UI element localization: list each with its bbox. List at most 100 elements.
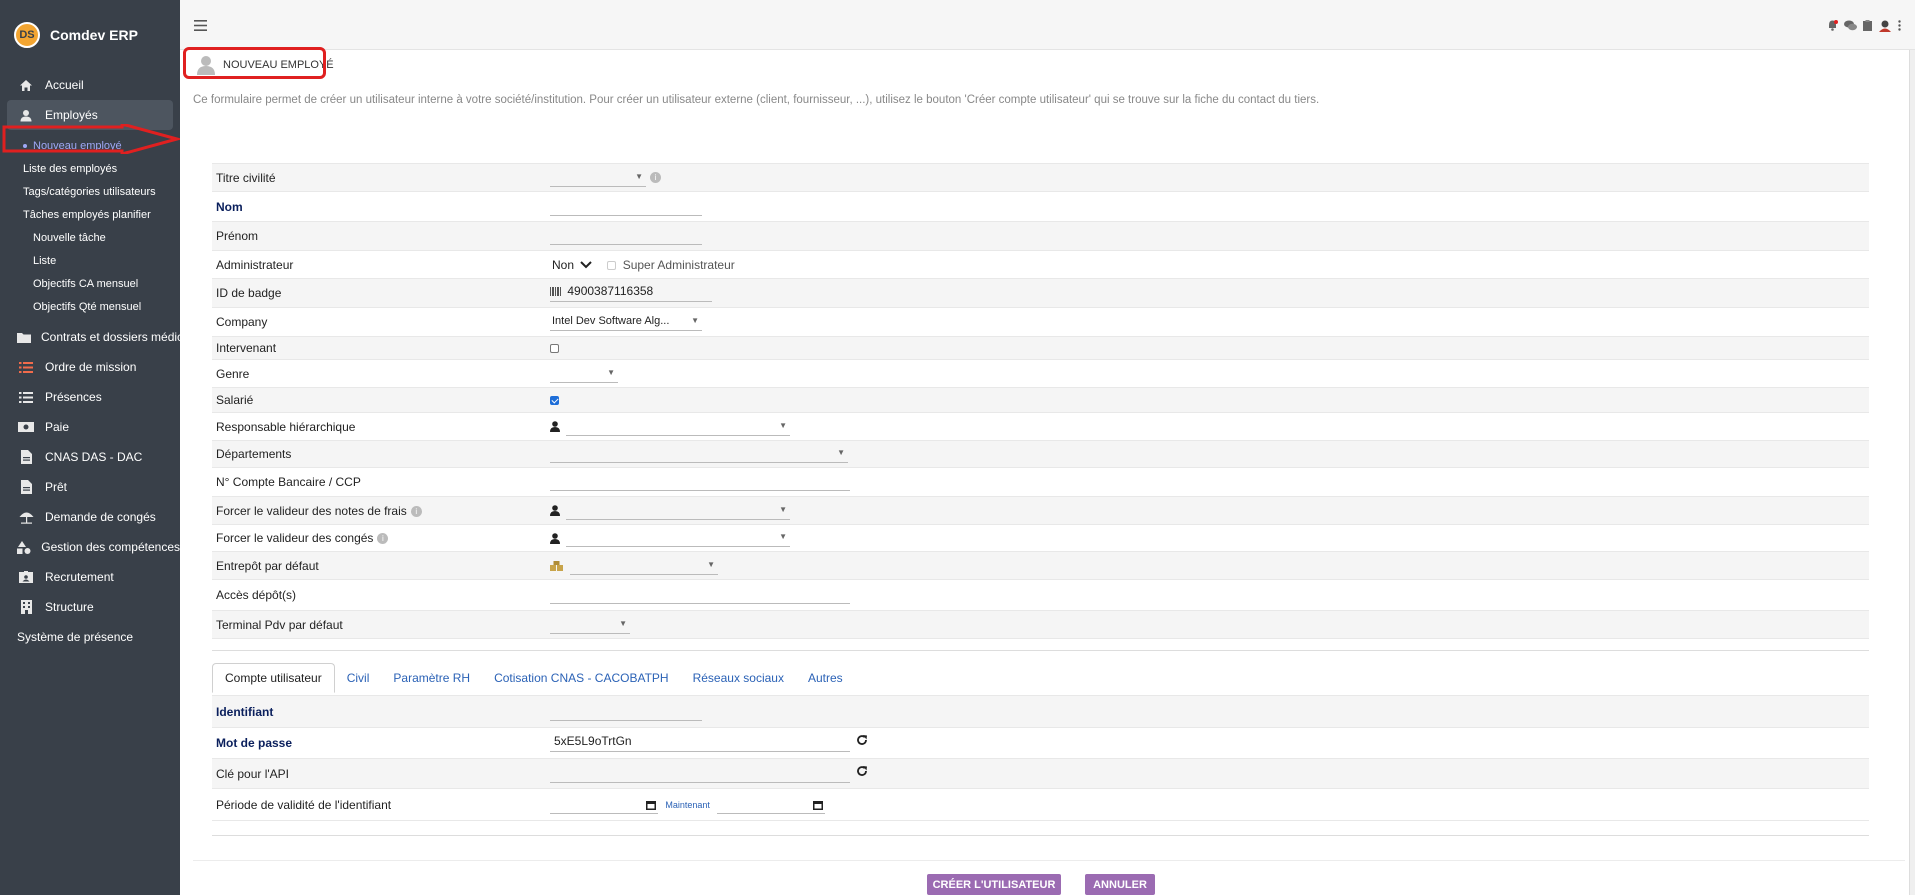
form-row: Nom [212,191,1869,222]
company-select[interactable]: Intel Dev Software Alg... ▼ [550,313,702,331]
sidebar-sub-liste-employes[interactable]: Liste des employés [0,157,180,180]
acces-depots-input[interactable] [550,586,850,604]
super-admin-checkbox[interactable] [607,260,617,270]
date-end-input[interactable] [717,796,826,814]
entrepot-select[interactable]: ▼ [570,557,718,575]
hamburger-menu-icon[interactable] [194,18,207,35]
sidebar-item-presences[interactable]: Présences [0,382,180,412]
form-value: ▼ [546,359,1869,388]
super-admin-label: Super Administrateur [622,257,735,272]
form-row: N° Compte Bancaire / CCP [212,467,1869,497]
api-key-input[interactable] [550,765,850,783]
form-row: Intervenant [212,336,1869,360]
create-user-button[interactable]: CRÉER L'UTILISATEUR [927,874,1061,895]
genre-select[interactable]: ▼ [550,365,618,383]
password-input[interactable]: 5xE5L9oTrtGn [550,734,850,752]
identifiant-input[interactable] [550,703,702,721]
sidebar-item-recrutement[interactable]: Recrutement [0,562,180,592]
bell-icon[interactable] [1827,20,1838,35]
sidebar-item-paie[interactable]: Paie [0,412,180,442]
brand[interactable]: DS Comdev ERP [0,0,180,70]
sidebar-item-structure[interactable]: Structure [0,592,180,622]
compte-bancaire-input[interactable] [550,473,850,491]
chevron-down-icon: ▼ [619,618,627,628]
titre-civilite-select[interactable]: ▼ [550,169,646,187]
tab-reseaux-sociaux[interactable]: Réseaux sociaux [681,663,796,693]
valideur-conges-select[interactable]: ▼ [566,529,790,547]
tab-parametre-rh[interactable]: Paramètre RH [381,663,482,693]
sidebar-sub-tags[interactable]: Tags/catégories utilisateurs [0,180,180,203]
terminal-pdv-select[interactable]: ▼ [550,616,630,634]
intervenant-checkbox[interactable] [550,344,559,354]
form-label: Accès dépôt(s) [212,579,546,611]
form-label: ID de badge [212,278,546,308]
sidebar-item-label: Accueil [45,78,84,92]
form-row: Période de validité de l'identifiant Mai… [212,788,1869,821]
departements-select[interactable]: ▼ [550,445,848,463]
tab-civil[interactable]: Civil [335,663,382,693]
administrateur-select[interactable]: Non [550,258,592,272]
form-value: ▼ [546,524,1869,552]
nom-input[interactable] [550,198,702,216]
sidebar-sub-taches[interactable]: Tâches employés planifier [0,203,180,226]
form-value: 5xE5L9oTrtGn [546,727,1869,759]
umbrella-icon [17,511,35,524]
list-icon [17,361,35,373]
divider [193,860,1905,861]
refresh-icon[interactable] [856,765,868,780]
form-row: Clé pour l'API [212,758,1869,789]
prenom-input[interactable] [550,227,702,245]
annotation-box [183,47,326,79]
more-vertical-icon[interactable] [1898,20,1901,35]
badge-input[interactable]: 4900387116358 [550,284,712,302]
form-label: Salarié [212,387,546,413]
sidebar-item-contrats[interactable]: Contrats et dossiers médic [0,322,180,352]
sidebar-sub-objectifs-ca[interactable]: Objectifs CA mensuel [0,272,180,295]
form-label: Forcer le valideur des congés i [212,524,546,552]
sidebar-sub-objectifs-qte[interactable]: Objectifs Qté mensuel [0,295,180,318]
sidebar-sub-liste[interactable]: Liste [0,249,180,272]
date-start-input[interactable] [550,796,658,814]
scrollbar[interactable] [1909,50,1915,895]
valideur-frais-select[interactable]: ▼ [566,502,790,520]
user-icon [550,421,560,432]
form-label: Intervenant [212,336,546,360]
tab-cotisation-cnas[interactable]: Cotisation CNAS - CACOBATPH [482,663,681,693]
form-label: Période de validité de l'identifiant [212,788,546,821]
chevron-down-icon: ▼ [691,316,699,325]
sidebar-item-cnas[interactable]: CNAS DAS - DAC [0,442,180,472]
chevron-down-icon [580,260,592,268]
tab-compte-utilisateur[interactable]: Compte utilisateur [212,663,335,693]
chevron-down-icon: ▼ [779,504,787,514]
account-form: Identifiant Mot de passe 5xE5L9oTrtGn Cl… [212,695,1869,821]
sidebar-item-accueil[interactable]: Accueil [0,70,180,100]
refresh-icon[interactable] [856,735,868,749]
company-value: Intel Dev Software Alg... [552,315,670,327]
sidebar-sub-nouvelle-tache[interactable]: Nouvelle tâche [0,226,180,249]
app-name: Comdev ERP [50,27,138,43]
sidebar-item-label: Contrats et dossiers médic [41,330,180,344]
tab-autres[interactable]: Autres [796,663,855,693]
form-label: Terminal Pdv par défaut [212,610,546,639]
sidebar-item-systeme-presence[interactable]: Système de présence [0,622,180,652]
form-row: Terminal Pdv par défaut ▼ [212,610,1869,639]
user-menu-icon[interactable] [1878,20,1892,35]
cancel-button[interactable]: ANNULER [1085,874,1155,895]
form-label: Genre [212,359,546,388]
chat-icon[interactable] [1844,20,1857,35]
form-label: Forcer le valideur des notes de frais i [212,496,546,525]
responsable-select[interactable]: ▼ [566,418,790,436]
barcode-icon [550,287,561,297]
form-value [546,579,1869,611]
form-row: Genre ▼ [212,359,1869,388]
valideur-conges-label: Forcer le valideur des congés [216,531,374,545]
clipboard-icon[interactable] [1863,20,1872,35]
sidebar-item-ordre-mission[interactable]: Ordre de mission [0,352,180,382]
calendar-icon [646,800,656,810]
sidebar-item-conges[interactable]: Demande de congés [0,502,180,532]
sidebar-item-pret[interactable]: Prêt [0,472,180,502]
sidebar-item-competences[interactable]: Gestion des compétences [0,532,180,562]
maintenant-link[interactable]: Maintenant [665,800,710,810]
shapes-icon [17,540,31,554]
salarie-checkbox[interactable] [550,396,559,406]
